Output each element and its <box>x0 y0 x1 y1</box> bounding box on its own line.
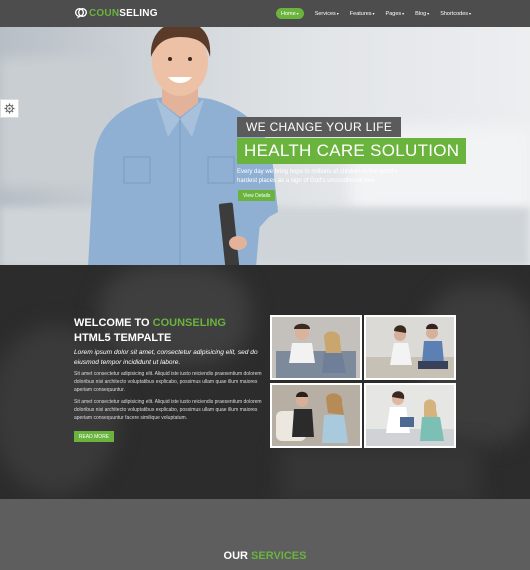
nav-item-label: Services <box>314 10 336 17</box>
hero-banner: WE CHANGE YOUR LIFE HEALTH CARE SOLUTION… <box>0 27 530 265</box>
services-heading-accent: SERVICES <box>251 550 307 562</box>
nav-item-shortcodes[interactable]: Shortcodes ▾ <box>440 8 471 19</box>
counseling-photo <box>270 383 362 448</box>
services-section: OUR SERVICES <box>0 499 530 570</box>
hero-description: Every day we bring hope to millions of c… <box>237 169 398 184</box>
chevron-down-icon: ▾ <box>336 11 339 16</box>
counseling-photo-art <box>366 317 454 378</box>
nav-item-pages[interactable]: Pages ▾ <box>386 8 405 19</box>
nav-item-features[interactable]: Features ▾ <box>350 8 375 19</box>
nav-item-label: Features <box>349 10 372 17</box>
counseling-photo <box>364 383 456 448</box>
chevron-down-icon: ▾ <box>427 11 430 16</box>
hero-tagline-text: WE CHANGE YOUR LIFE <box>246 120 393 134</box>
services-heading: OUR SERVICES <box>0 550 530 562</box>
settings-button[interactable] <box>0 99 19 118</box>
about-heading-accent: COUNSELING <box>152 317 226 329</box>
logo-text-accent: COUN <box>89 7 120 19</box>
counseling-photo <box>364 315 456 380</box>
counseling-photo-art <box>272 317 360 378</box>
about-section: WELCOME TO COUNSELING HTML5 TEMPALTE Lor… <box>0 265 530 499</box>
about-paragraph: Sit amet consectetur adipisicing elit. A… <box>74 399 262 421</box>
nav-item-services[interactable]: Services ▾ <box>315 8 339 19</box>
hero-title-text: HEALTH CARE SOLUTION <box>244 141 460 160</box>
hero-tagline: WE CHANGE YOUR LIFE <box>237 117 402 137</box>
logo-icon <box>75 8 87 19</box>
chevron-down-icon: ▾ <box>402 11 405 16</box>
nav-item-label: Home <box>281 10 296 17</box>
top-navbar: COUNSELING Home ▾ Services ▾ Features ▾ Pag… <box>0 0 530 27</box>
chevron-down-icon: ▾ <box>469 11 472 16</box>
nav-item-label: Shortcodes <box>440 10 469 17</box>
about-heading: WELCOME TO COUNSELING <box>74 317 226 329</box>
logo-text: COUNSELING <box>89 8 158 19</box>
view-details-button[interactable]: View Details <box>238 190 276 201</box>
about-heading-prefix: WELCOME TO <box>74 317 153 329</box>
nav-item-home[interactable]: Home ▾ <box>276 8 304 19</box>
services-heading-prefix: OUR <box>223 550 252 562</box>
gear-icon <box>4 103 15 114</box>
about-paragraph: Sit amet consectetur adipisicing elit. A… <box>74 371 262 393</box>
about-subheading: HTML5 TEMPALTE <box>74 332 172 344</box>
chevron-down-icon: ▾ <box>296 11 299 16</box>
counseling-photo <box>270 315 362 380</box>
hero-title: HEALTH CARE SOLUTION <box>237 138 467 164</box>
nav-item-label: Pages <box>385 10 402 17</box>
main-nav: Home ▾ Services ▾ Features ▾ Pages ▾ Blog ▾ S… <box>276 8 482 19</box>
logo-text-rest: SELING <box>119 7 158 19</box>
counseling-photo-art <box>366 385 454 446</box>
nav-item-blog[interactable]: Blog ▾ <box>415 8 429 19</box>
about-lead-text: Lorem ipsum dolor sit amet, consectetur … <box>74 349 258 366</box>
logo[interactable]: COUNSELING <box>75 6 158 20</box>
chevron-down-icon: ▾ <box>372 11 375 16</box>
nav-item-label: Blog <box>415 10 427 17</box>
read-more-button[interactable]: READ MORE <box>74 431 114 442</box>
counseling-photo-art <box>272 385 360 446</box>
about-background-blur <box>280 445 480 499</box>
